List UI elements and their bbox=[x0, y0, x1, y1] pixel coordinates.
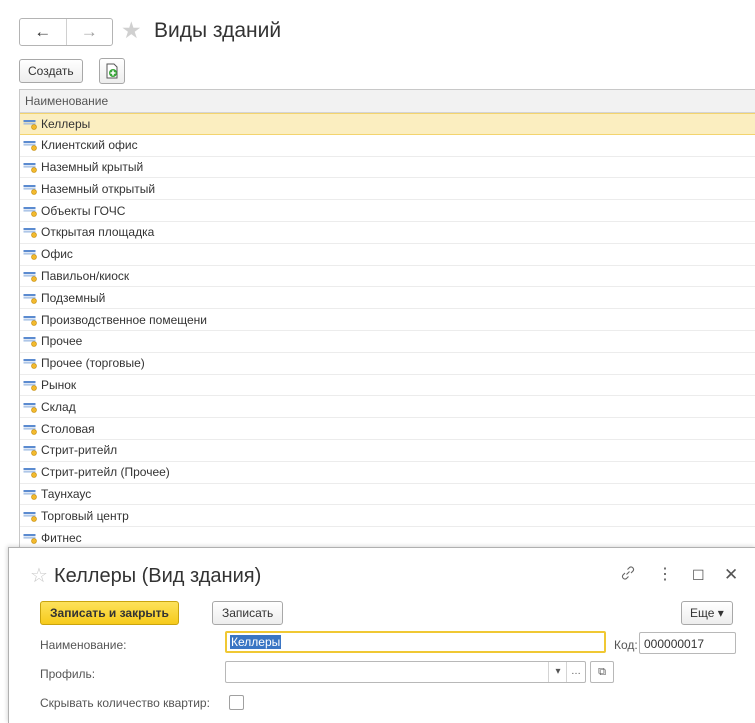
profile-field[interactable]: ▾ … bbox=[225, 661, 586, 683]
copy-document-icon bbox=[106, 63, 118, 79]
list-item-label: Офис bbox=[41, 247, 73, 262]
maximize-icon[interactable]: ☐ bbox=[692, 564, 705, 586]
list-item-label: Наземный крытый bbox=[41, 159, 144, 174]
name-field[interactable]: Келлеры bbox=[225, 631, 606, 653]
list-item-label: Наземный открытый bbox=[41, 181, 156, 196]
catalog-item-icon bbox=[23, 183, 38, 195]
name-value: Келлеры bbox=[230, 635, 282, 649]
catalog-item-icon bbox=[23, 510, 38, 522]
close-icon[interactable]: ✕ bbox=[724, 564, 738, 586]
back-button[interactable]: ← bbox=[20, 19, 66, 45]
catalog-item-icon bbox=[23, 532, 38, 544]
buildings-list: Наименование Келлеры Клиентский офис Назем… bbox=[19, 89, 755, 548]
code-field[interactable]: 000000017 bbox=[639, 632, 736, 654]
copy-button[interactable] bbox=[99, 58, 125, 84]
catalog-item-icon bbox=[23, 379, 38, 391]
list-item-label: Павильон/киоск bbox=[41, 268, 130, 283]
list-item[interactable]: Стрит-ритейл (Прочее) bbox=[20, 462, 755, 484]
list-item-label: Клиентский офис bbox=[41, 138, 138, 153]
favorite-star-icon[interactable]: ☆ bbox=[30, 564, 48, 588]
catalog-item-icon bbox=[23, 357, 38, 369]
list-item[interactable]: Торговый центр bbox=[20, 505, 755, 528]
favorite-star-icon[interactable]: ★ bbox=[121, 16, 142, 44]
list-item-label: Келлеры bbox=[41, 116, 91, 131]
list-item[interactable]: Прочее (торговые) bbox=[20, 353, 755, 375]
catalog-item-icon bbox=[23, 161, 38, 173]
list-item[interactable]: Клиентский офис bbox=[20, 135, 755, 157]
list-item-label: Торговый центр bbox=[41, 508, 129, 523]
list-item-label: Таунхаус bbox=[41, 486, 92, 501]
list-item[interactable]: Офис bbox=[20, 244, 755, 266]
list-item[interactable]: Фитнес bbox=[20, 527, 755, 548]
list-item-label: Стрит-ритейл bbox=[41, 443, 118, 458]
save-button[interactable]: Записать bbox=[212, 601, 284, 625]
list-item[interactable]: Производственное помещени bbox=[20, 309, 755, 331]
list-item-label: Рынок bbox=[41, 377, 77, 392]
page-title: Виды зданий bbox=[154, 19, 282, 42]
kebab-menu-icon[interactable]: ⋮ bbox=[657, 564, 673, 586]
list-item-label: Столовая bbox=[41, 421, 95, 436]
list-item[interactable]: Келлеры bbox=[20, 113, 755, 135]
list-item[interactable]: Подземный bbox=[20, 287, 755, 310]
catalog-item-icon bbox=[23, 248, 38, 260]
list-item[interactable]: Таунхаус bbox=[20, 484, 755, 506]
list-item[interactable]: Объекты ГОЧС bbox=[20, 200, 755, 222]
edit-form-window: ☆ Келлеры (Вид здания) ⋮ ☐ ✕ Записать и … bbox=[8, 547, 755, 723]
list-item[interactable]: Стрит-ритейл bbox=[20, 440, 755, 462]
list-item[interactable]: Наземный крытый bbox=[20, 157, 755, 179]
catalog-item-icon bbox=[23, 401, 38, 413]
list-item[interactable]: Павильон/киоск bbox=[20, 266, 755, 288]
open-icon[interactable]: ⧉ bbox=[590, 661, 614, 683]
list-item-label: Прочее bbox=[41, 334, 83, 349]
catalog-item-icon bbox=[23, 335, 38, 348]
catalog-item-icon bbox=[23, 205, 38, 217]
catalog-item-icon bbox=[23, 488, 38, 500]
choose-button[interactable]: … bbox=[566, 662, 585, 682]
catalog-item-icon bbox=[23, 314, 38, 326]
list-rows: Келлеры Клиентский офис Наземный крытый Наз… bbox=[20, 113, 755, 548]
list-item[interactable]: Прочее bbox=[20, 331, 755, 353]
list-item-label: Прочее (торговые) bbox=[41, 356, 145, 371]
create-button[interactable]: Создать bbox=[19, 59, 83, 83]
list-item[interactable]: Наземный открытый bbox=[20, 178, 755, 201]
save-and-close-button[interactable]: Записать и закрыть bbox=[40, 601, 179, 625]
forward-button[interactable]: → bbox=[65, 19, 113, 45]
catalog-item-icon bbox=[23, 466, 38, 478]
profile-label: Профиль: bbox=[40, 667, 96, 681]
list-item-label: Стрит-ритейл (Прочее) bbox=[41, 465, 170, 480]
list-item-label: Открытая площадка bbox=[41, 225, 155, 240]
catalog-item-icon bbox=[23, 118, 38, 130]
hide-flats-checkbox[interactable] bbox=[229, 695, 244, 710]
catalog-item-icon bbox=[23, 423, 38, 435]
list-item-label: Склад bbox=[41, 399, 76, 414]
hide-flats-label: Скрывать количество квартир: bbox=[40, 696, 210, 710]
column-header-name[interactable]: Наименование bbox=[20, 90, 755, 113]
list-item-label: Фитнес bbox=[41, 530, 82, 545]
list-item[interactable]: Рынок bbox=[20, 375, 755, 397]
link-icon[interactable] bbox=[619, 564, 637, 589]
navigation-buttons: ← → bbox=[19, 18, 113, 46]
catalog-item-icon bbox=[23, 226, 38, 239]
code-label: Код: bbox=[614, 638, 638, 652]
more-button[interactable]: Еще ▾ bbox=[681, 601, 733, 625]
catalog-item-icon bbox=[23, 139, 38, 151]
dropdown-arrow-icon[interactable]: ▾ bbox=[548, 662, 567, 682]
name-label: Наименование: bbox=[40, 638, 127, 652]
list-item[interactable]: Склад bbox=[20, 396, 755, 419]
catalog-item-icon bbox=[23, 270, 38, 282]
list-item[interactable]: Столовая bbox=[20, 418, 755, 440]
list-item-label: Производственное помещени bbox=[41, 312, 208, 327]
list-item[interactable]: Открытая площадка bbox=[20, 222, 755, 244]
catalog-item-icon bbox=[23, 292, 38, 304]
catalog-item-icon bbox=[23, 444, 38, 457]
list-item-label: Объекты ГОЧС bbox=[41, 203, 126, 218]
form-title: Келлеры (Вид здания) bbox=[54, 565, 262, 587]
list-item-label: Подземный bbox=[41, 290, 106, 305]
